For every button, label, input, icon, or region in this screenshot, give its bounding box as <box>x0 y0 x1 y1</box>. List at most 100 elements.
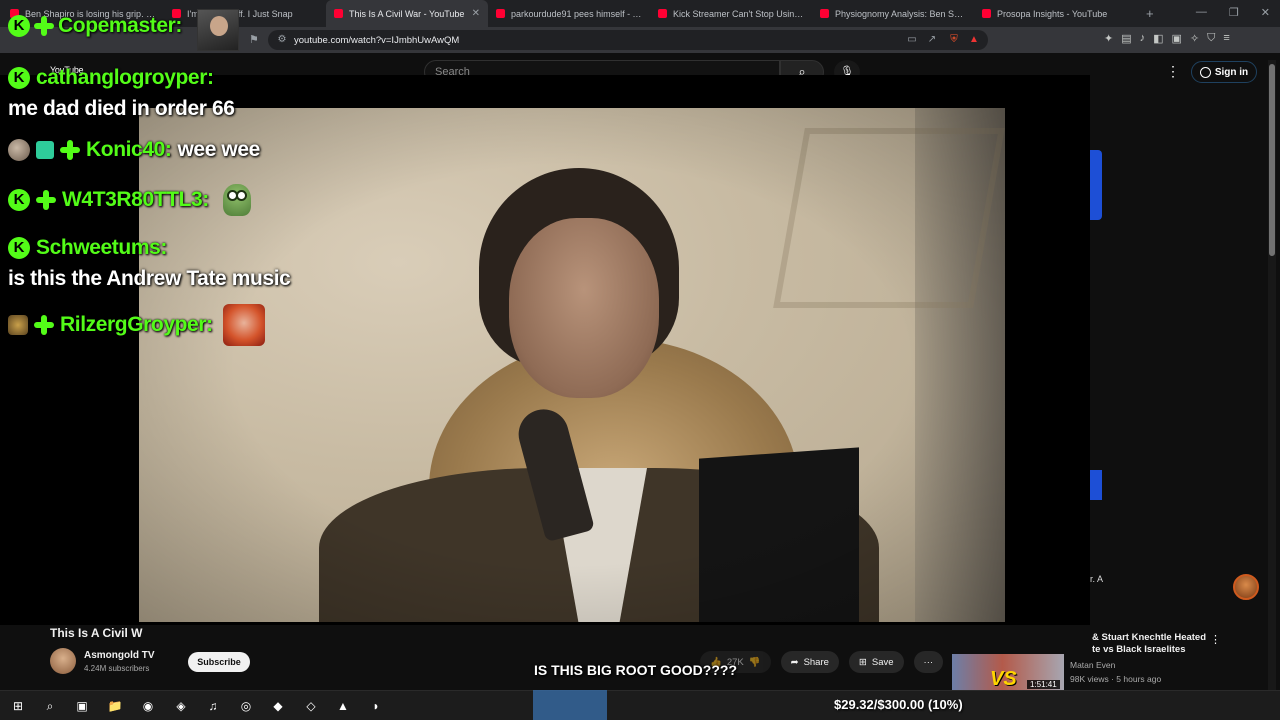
minimize-icon[interactable]: — <box>1196 6 1207 19</box>
site-info-icon[interactable]: ⚙ <box>276 34 288 46</box>
chat-username: Konic40: <box>86 138 172 161</box>
kick-badge-icon: K <box>8 67 30 89</box>
recommended-video-duration: 1:51:41 <box>1027 680 1060 689</box>
kick-badge-icon: K <box>8 237 30 259</box>
chrome-icon[interactable]: ◎ <box>238 698 254 714</box>
browser-tab[interactable]: Physiognomy Analysis: Ben Shapiro <box>812 0 974 27</box>
vpn-icon[interactable]: ⛉ <box>1207 32 1215 45</box>
share-button[interactable]: ➦ Share <box>780 651 839 673</box>
user-icon <box>1199 66 1211 78</box>
chat-username: Copemaster: <box>58 14 182 37</box>
kick-badge-icon: K <box>8 189 30 211</box>
tab-title: parkourdude91 pees himself - YouTu <box>511 8 642 19</box>
chat-message-text: is this the Andrew Tate music <box>8 267 291 291</box>
chat-message: Konic40: wee wee <box>8 138 260 162</box>
browser-tab[interactable]: This Is A Civil War - YouTube ✕ <box>326 0 488 27</box>
brave-shield-icon[interactable]: ⛨ <box>948 34 960 46</box>
streamer-webcam-thumbnail <box>197 9 239 51</box>
channel-name[interactable]: Asmongold TV <box>84 650 155 661</box>
new-tab-button[interactable]: + <box>1136 6 1164 21</box>
browser-tab[interactable]: Kick Streamer Can't Stop Using The <box>650 0 812 27</box>
address-url[interactable]: youtube.com/watch?v=IJmbhUwAwQM <box>294 35 459 46</box>
search-icon[interactable]: ⌕ <box>42 698 58 714</box>
save-icon: ⊞ <box>858 656 867 668</box>
leo-icon[interactable]: ✧ <box>1190 32 1199 45</box>
close-tab-icon[interactable]: ✕ <box>472 8 480 19</box>
browser-tab[interactable]: Prosopa Insights - YouTube <box>974 0 1136 27</box>
spotify-icon[interactable]: ♫ <box>205 698 221 714</box>
plus-badge-icon <box>34 315 54 335</box>
maximize-icon[interactable]: ❐ <box>1229 6 1239 19</box>
youtube-favicon-icon <box>496 9 505 18</box>
chat-username: Schweetums: <box>36 236 167 259</box>
video-frame <box>139 108 1005 622</box>
user-avatar-icon <box>8 139 30 161</box>
channel-avatar[interactable] <box>50 648 76 674</box>
screen-cast-icon[interactable]: ▭ <box>906 34 918 46</box>
brave-rewards-icon[interactable]: ▲ <box>968 34 980 46</box>
stream-caption: IS THIS BIG ROOT GOOD???? <box>534 662 737 678</box>
channel-subscribers: 4.24M subscribers <box>84 664 150 673</box>
youtube-favicon-icon <box>982 9 991 18</box>
wallet-icon[interactable]: ▣ <box>1172 32 1182 45</box>
thumbnail-vs-text: VS <box>990 668 1017 690</box>
thumbs-down-icon[interactable]: 👎 <box>749 657 761 668</box>
frog-emote-icon <box>222 184 251 216</box>
recommendations-sidebar <box>1090 91 1268 691</box>
browser-tab[interactable]: parkourdude91 pees himself - YouTu <box>488 0 650 27</box>
recommended-video-meta: 98K views · 5 hours ago <box>1070 674 1162 684</box>
start-icon[interactable]: ⊞ <box>10 698 26 714</box>
chat-message: K cathanglogroyper: <box>8 66 214 90</box>
recommended-more-icon[interactable]: ⋮ <box>1210 633 1221 646</box>
bookmark-icon[interactable]: ⚑ <box>249 33 259 46</box>
obs-icon[interactable]: ◉ <box>140 698 156 714</box>
extension-icons: ✦ ▤ ♪ ◧ ▣ ✧ ⛉ ≡ <box>1104 32 1230 45</box>
extensions-icon[interactable]: ✦ <box>1104 32 1113 45</box>
chat-username: RilzergGroyper: <box>60 313 213 336</box>
more-actions-button[interactable]: ··· <box>913 651 944 673</box>
music-icon[interactable]: ♪ <box>1140 32 1146 45</box>
browser-toolbar: ⚙ youtube.com/watch?v=IJmbhUwAwQM ▭ ↗ ⛨ … <box>0 27 1280 53</box>
sign-in-label: Sign in <box>1214 66 1249 78</box>
recommended-video-channel[interactable]: Matan Even <box>1070 660 1115 670</box>
sidebar-thumbnail-edge-2 <box>1090 470 1102 500</box>
tab-title: Kick Streamer Can't Stop Using The <box>673 8 804 19</box>
plus-badge-icon <box>36 190 56 210</box>
plus-badge-icon <box>60 140 80 160</box>
taskbar: ⊞ ⌕ ▣ 📁 ◉ ◈ ♫ ◎ ◆ ◇ ▲ ◗ <box>0 690 1280 720</box>
app-icon[interactable]: ◆ <box>270 698 286 714</box>
taskbar-active-window[interactable] <box>533 690 607 720</box>
chat-username: cathanglogroyper: <box>36 66 214 89</box>
video-vignette <box>139 108 1005 622</box>
browser-tab[interactable]: I'm Pissed Off. I Just Snap <box>164 0 326 27</box>
close-window-icon[interactable]: ✕ <box>1261 6 1270 19</box>
screen: Ben Shapiro is losing his grip. - You I'm… <box>0 0 1280 720</box>
chat-text: is this the Andrew Tate music <box>8 267 291 290</box>
media-icon[interactable]: ▤ <box>1121 32 1131 45</box>
chat-text: me dad died in order 66 <box>8 97 235 120</box>
tab-title: Prosopa Insights - YouTube <box>997 8 1108 19</box>
address-bar[interactable]: ⚙ youtube.com/watch?v=IJmbhUwAwQM ▭ ↗ ⛨ … <box>268 30 988 50</box>
discord-icon[interactable]: ◈ <box>173 698 189 714</box>
video-title: This Is A Civil W <box>50 626 143 640</box>
page-scrollbar-thumb[interactable] <box>1269 64 1275 256</box>
sidebar-thumbnail-edge <box>1090 150 1102 220</box>
steam-icon[interactable]: ▲ <box>335 698 351 714</box>
subscribe-button[interactable]: Subscribe <box>188 652 250 672</box>
settings-more-icon[interactable]: ⋮ <box>1166 63 1180 80</box>
save-label: Save <box>871 656 894 668</box>
plus-badge-icon <box>34 16 54 36</box>
save-button[interactable]: ⊞ Save <box>848 651 904 673</box>
gift-badge-icon <box>36 141 54 159</box>
sidebar-icon[interactable]: ◧ <box>1153 32 1163 45</box>
task-view-icon[interactable]: ▣ <box>74 698 90 714</box>
app-icon-2[interactable]: ◇ <box>303 698 319 714</box>
badge-icon <box>8 315 28 335</box>
share-page-icon[interactable]: ↗ <box>926 34 938 46</box>
menu-icon[interactable]: ≡ <box>1223 32 1229 45</box>
brave-icon[interactable]: ◗ <box>368 698 384 714</box>
sidebar-channel-avatar[interactable] <box>1233 574 1259 600</box>
sign-in-button[interactable]: Sign in <box>1191 61 1257 83</box>
file-explorer-icon[interactable]: 📁 <box>107 698 123 714</box>
youtube-favicon-icon <box>820 9 829 18</box>
